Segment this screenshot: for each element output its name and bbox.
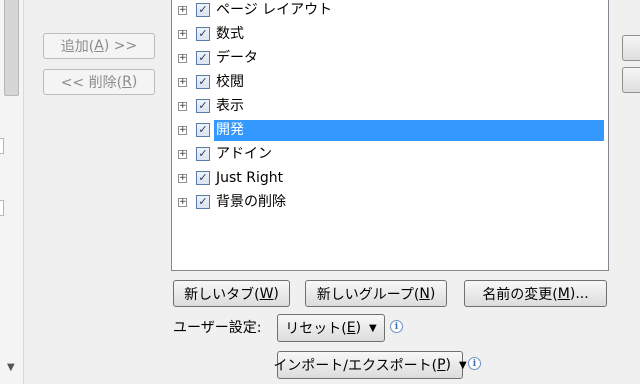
rename-accesskey: M (557, 285, 570, 302)
expand-plus-icon[interactable]: + (178, 54, 187, 63)
add-button[interactable]: 追加(A) >> (43, 33, 155, 59)
remove-button[interactable]: << 削除(R) (43, 69, 155, 95)
scrollbar-thumb[interactable] (4, 0, 19, 96)
tree-item[interactable]: + ✓ 背景の削除 (172, 191, 608, 214)
add-button-accesskey: A (94, 38, 104, 54)
tree-item[interactable]: + ✓ Just Right (172, 167, 608, 190)
info-icon[interactable]: i (390, 320, 403, 333)
import-export-button-label: インポート/エクスポート( (273, 358, 438, 374)
tab-checkbox[interactable]: ✓ (196, 75, 210, 89)
rename-button[interactable]: 名前の変更(M)... (464, 280, 607, 307)
tab-checkbox[interactable]: ✓ (196, 147, 210, 161)
tree-item[interactable]: + ✓ 校閲 (172, 71, 608, 94)
remove-button-suffix: ) (131, 74, 138, 90)
dropdown-arrow-icon: ▼ (459, 359, 467, 371)
new-group-accesskey: N (419, 285, 430, 302)
import-export-accesskey: P (437, 357, 446, 373)
tree-item-label: 開発 (214, 120, 604, 141)
tree-item-label: データ (216, 50, 258, 66)
expand-plus-icon[interactable]: + (178, 78, 187, 87)
tree-item[interactable]: + ✓ データ (172, 47, 608, 70)
tree-item-label: 校閲 (216, 74, 244, 90)
tree-item-label: ページ レイアウト (216, 2, 333, 18)
move-up-button[interactable] (622, 35, 640, 61)
new-tab-button-label: 新しいタブ( (184, 286, 260, 303)
new-group-button-end: ) (429, 285, 436, 302)
new-tab-accesskey: W (259, 285, 274, 302)
tree-item-label: 数式 (216, 26, 244, 42)
tab-checkbox[interactable]: ✓ (196, 171, 210, 185)
rename-button-label: 名前の変更( (482, 286, 558, 303)
reset-dropdown-button[interactable]: リセット(E) ▼ (277, 314, 385, 342)
scroll-down-arrow-icon[interactable]: ▼ (7, 362, 15, 373)
tree-item-selected[interactable]: + ✓ 開発 (172, 119, 608, 142)
tree-item-label: 背景の削除 (216, 194, 286, 210)
add-button-suffix: ) >> (103, 38, 138, 54)
tree-item-label: 表示 (216, 98, 244, 114)
expand-plus-icon[interactable]: + (178, 126, 187, 135)
tree-item[interactable]: + ✓ ページ レイアウト (172, 0, 608, 22)
expand-plus-icon[interactable]: + (178, 150, 187, 159)
left-list-item-edge (0, 138, 4, 154)
import-export-dropdown-button[interactable]: インポート/エクスポート(P) ▼ (273, 351, 467, 379)
left-list-item-edge (0, 200, 4, 216)
new-tab-button-end: ) (273, 285, 279, 302)
remove-button-accesskey: R (122, 74, 132, 90)
import-export-button-end: ) (445, 357, 451, 373)
expand-plus-icon[interactable]: + (178, 174, 187, 183)
tree-item-label: アドイン (216, 146, 272, 162)
expand-plus-icon[interactable]: + (178, 30, 187, 39)
reset-button-end: ) (355, 320, 362, 336)
tree-item[interactable]: + ✓ 数式 (172, 23, 608, 46)
new-group-button[interactable]: 新しいグループ(N) (305, 280, 447, 307)
expand-plus-icon[interactable]: + (178, 102, 187, 111)
remove-button-label: << 削除( (60, 75, 123, 91)
main-tabs-tree[interactable]: + ✓ ページ レイアウト + ✓ 数式 + ✓ データ + ✓ 校閲 + ✓ … (171, 0, 609, 271)
info-icon[interactable]: i (468, 357, 481, 370)
tab-checkbox[interactable]: ✓ (196, 99, 210, 113)
dropdown-arrow-icon: ▼ (369, 322, 377, 334)
add-button-label: 追加( (60, 39, 95, 55)
tree-item[interactable]: + ✓ 表示 (172, 95, 608, 118)
new-tab-button[interactable]: 新しいタブ(W) (173, 280, 290, 307)
expand-plus-icon[interactable]: + (178, 198, 187, 207)
move-down-button[interactable] (622, 67, 640, 93)
expand-plus-icon[interactable]: + (178, 6, 187, 15)
rename-button-end: )... (569, 285, 589, 302)
reset-accesskey: E (346, 320, 356, 336)
tab-checkbox[interactable]: ✓ (196, 123, 210, 137)
tab-checkbox[interactable]: ✓ (196, 27, 210, 41)
reset-button-label: リセット( (285, 321, 347, 337)
tab-checkbox[interactable]: ✓ (196, 3, 210, 17)
customizations-label: ユーザー設定: (173, 320, 262, 336)
tree-item-label: Just Right (216, 170, 284, 186)
tab-checkbox[interactable]: ✓ (196, 51, 210, 65)
tab-checkbox[interactable]: ✓ (196, 195, 210, 209)
new-group-button-label: 新しいグループ( (316, 286, 420, 303)
tree-item[interactable]: + ✓ アドイン (172, 143, 608, 166)
